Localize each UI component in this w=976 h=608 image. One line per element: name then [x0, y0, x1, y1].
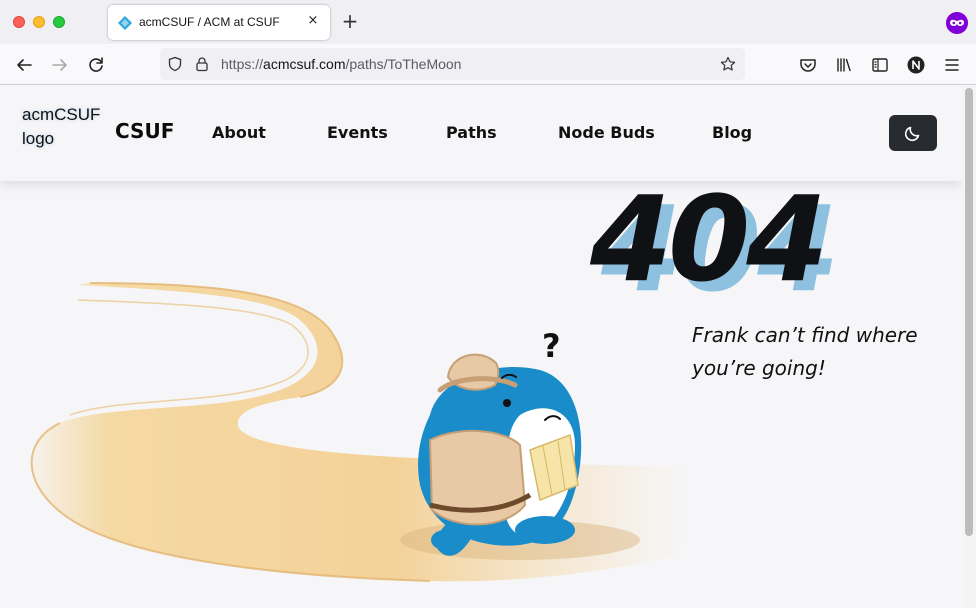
- back-arrow-icon[interactable]: [13, 54, 35, 76]
- maximize-window-button[interactable]: [53, 16, 65, 28]
- address-bar[interactable]: https://acmcsuf.com/paths/ToTheMoon: [160, 48, 745, 80]
- forward-arrow-icon[interactable]: [49, 54, 71, 76]
- pocket-icon[interactable]: [797, 54, 819, 76]
- account-avatar-icon[interactable]: [905, 54, 927, 76]
- tab-close-icon[interactable]: ×: [305, 13, 321, 29]
- page-viewport: ? acmCSUF logo CSUF About Events Paths N…: [0, 85, 962, 608]
- library-icon[interactable]: [833, 54, 855, 76]
- error-message: Frank can’t find where you’re going!: [692, 323, 918, 380]
- url-text[interactable]: https://acmcsuf.com/paths/ToTheMoon: [221, 56, 461, 72]
- scrollbar-thumb[interactable]: [965, 88, 973, 536]
- site-favicon-icon: [118, 16, 132, 30]
- url-scheme: https://: [221, 56, 264, 72]
- error-code: 404: [589, 170, 824, 308]
- tab-title: acmCSUF / ACM at CSUF: [139, 15, 280, 29]
- browser-tab[interactable]: acmCSUF / ACM at CSUF ×: [108, 5, 330, 40]
- sidebar-icon[interactable]: [869, 54, 891, 76]
- private-browsing-icon: [946, 12, 968, 34]
- hamburger-menu-icon[interactable]: [941, 54, 963, 76]
- lock-icon[interactable]: [194, 56, 210, 72]
- shield-icon[interactable]: [167, 56, 183, 72]
- url-host: acmcsuf.com: [263, 56, 346, 72]
- close-window-button[interactable]: [13, 16, 25, 28]
- bookmark-star-icon[interactable]: [720, 56, 736, 72]
- new-tab-button[interactable]: +: [340, 11, 360, 31]
- browser-toolbar: https://acmcsuf.com/paths/ToTheMoon: [0, 44, 976, 85]
- url-path: /paths/ToTheMoon: [345, 56, 462, 72]
- minimize-window-button[interactable]: [33, 16, 45, 28]
- reload-icon[interactable]: [85, 54, 107, 76]
- browser-titlebar: acmCSUF / ACM at CSUF × +: [0, 0, 976, 44]
